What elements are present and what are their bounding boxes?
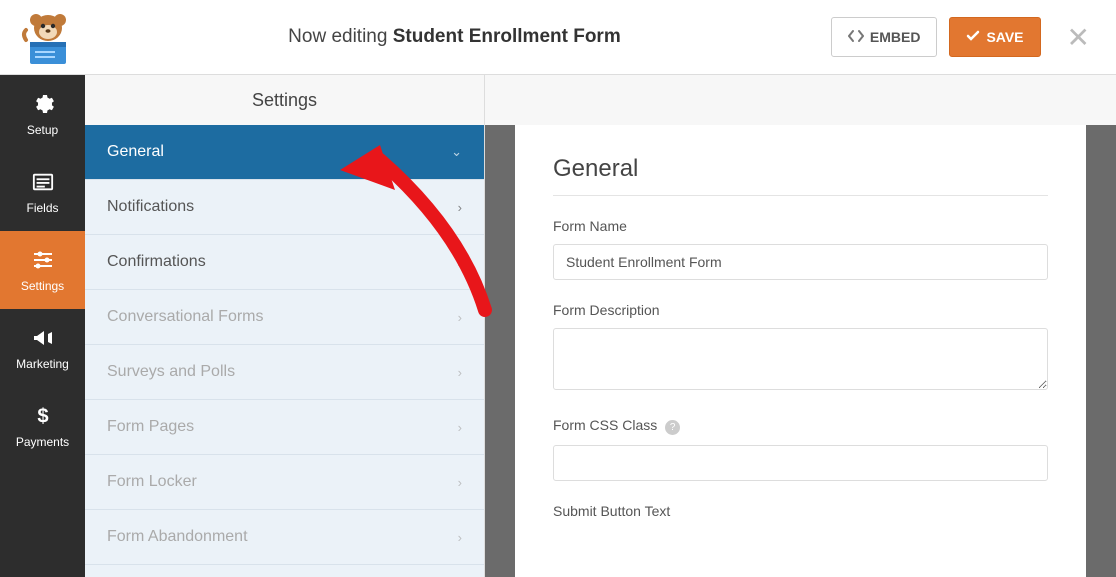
icon-rail: Setup Fields Settings Marketing $ Paymen…: [0, 75, 85, 577]
content-area: General Form Name Form Description Form …: [485, 75, 1116, 577]
panel-label: Conversational Forms: [107, 308, 264, 326]
help-icon[interactable]: ?: [665, 420, 680, 435]
panel-item-general[interactable]: General ⌄: [85, 125, 484, 180]
settings-column: Settings General ⌄ Notifications › Confi…: [85, 75, 485, 577]
bullhorn-icon: [30, 325, 56, 351]
field-submit-text: Submit Button Text: [553, 503, 1048, 519]
divider: [553, 195, 1048, 196]
panel-label: Confirmations: [107, 253, 206, 271]
save-button[interactable]: SAVE: [949, 17, 1040, 57]
form-name-label: Form Name: [553, 218, 1048, 234]
workspace: Setup Fields Settings Marketing $ Paymen…: [0, 75, 1116, 577]
sliders-icon: [30, 247, 56, 273]
chevron-right-icon: ›: [458, 310, 462, 325]
field-form-name: Form Name: [553, 218, 1048, 280]
editing-form-name: Student Enrollment Form: [393, 26, 621, 47]
rail-fields-label: Fields: [26, 201, 58, 215]
rail-fields[interactable]: Fields: [0, 153, 85, 231]
code-icon: [848, 29, 864, 46]
rail-marketing[interactable]: Marketing: [0, 309, 85, 387]
panel-label: Form Pages: [107, 418, 194, 436]
save-label: SAVE: [986, 29, 1023, 45]
chevron-right-icon: ›: [458, 420, 462, 435]
editing-title: Now editing Student Enrollment Form: [78, 26, 831, 48]
chevron-right-icon: ›: [458, 530, 462, 545]
panel-label: Form Abandonment: [107, 528, 248, 546]
list-icon: [30, 169, 56, 195]
rail-setup-label: Setup: [27, 123, 58, 137]
check-icon: [966, 29, 980, 46]
panel-label: Notifications: [107, 198, 194, 216]
chevron-right-icon: ›: [458, 200, 462, 215]
field-form-description: Form Description: [553, 302, 1048, 395]
chevron-down-icon: ⌄: [451, 144, 462, 160]
panel-item-confirmations[interactable]: Confirmations ›: [85, 235, 484, 290]
panel-label: Surveys and Polls: [107, 363, 235, 381]
svg-text:$: $: [37, 405, 48, 427]
panel-item-abandonment[interactable]: Form Abandonment ›: [85, 510, 484, 565]
content-header-strip: [485, 75, 1116, 125]
chevron-right-icon: ›: [458, 365, 462, 380]
form-name-input[interactable]: [553, 244, 1048, 280]
panel-item-surveys[interactable]: Surveys and Polls ›: [85, 345, 484, 400]
panel-item-conversational[interactable]: Conversational Forms ›: [85, 290, 484, 345]
panel-item-formlocker[interactable]: Form Locker ›: [85, 455, 484, 510]
rail-payments-label: Payments: [16, 435, 69, 449]
form-desc-label: Form Description: [553, 302, 1048, 318]
embed-button[interactable]: EMBED: [831, 17, 938, 57]
close-icon[interactable]: ✕: [1059, 21, 1098, 54]
chevron-right-icon: ›: [458, 475, 462, 490]
card-heading: General: [553, 155, 1048, 183]
rail-settings[interactable]: Settings: [0, 231, 85, 309]
embed-label: EMBED: [870, 29, 921, 45]
rail-settings-label: Settings: [21, 279, 64, 293]
app-logo: [18, 10, 78, 65]
panel-item-formpages[interactable]: Form Pages ›: [85, 400, 484, 455]
general-settings-card: General Form Name Form Description Form …: [515, 125, 1086, 577]
settings-panel[interactable]: General ⌄ Notifications › Confirmations …: [85, 125, 484, 577]
editing-prefix: Now editing: [288, 26, 387, 47]
rail-marketing-label: Marketing: [16, 357, 69, 371]
settings-header: Settings: [85, 75, 484, 125]
rail-setup[interactable]: Setup: [0, 75, 85, 153]
panel-label: Form Locker: [107, 473, 197, 491]
form-desc-input[interactable]: [553, 328, 1048, 390]
panel-item-notifications[interactable]: Notifications ›: [85, 180, 484, 235]
chevron-right-icon: ›: [458, 255, 462, 270]
top-bar: Now editing Student Enrollment Form EMBE…: [0, 0, 1116, 75]
rail-payments[interactable]: $ Payments: [0, 387, 85, 465]
field-css-class: Form CSS Class ?: [553, 417, 1048, 481]
css-class-label: Form CSS Class: [553, 417, 657, 433]
submit-btn-label: Submit Button Text: [553, 503, 1048, 519]
dollar-icon: $: [30, 403, 56, 429]
top-actions: EMBED SAVE ✕: [831, 17, 1098, 57]
gear-icon: [30, 91, 56, 117]
css-class-input[interactable]: [553, 445, 1048, 481]
panel-label: General: [107, 143, 164, 161]
